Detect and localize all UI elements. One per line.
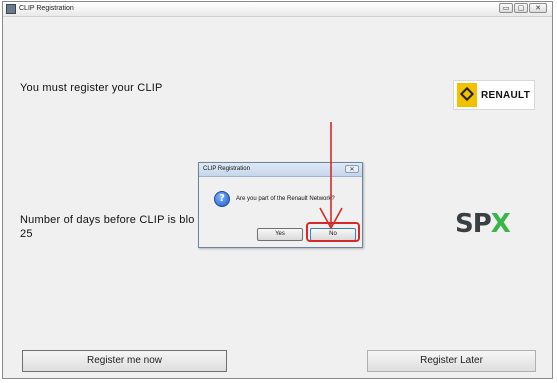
annotation-arrow [319, 122, 343, 230]
